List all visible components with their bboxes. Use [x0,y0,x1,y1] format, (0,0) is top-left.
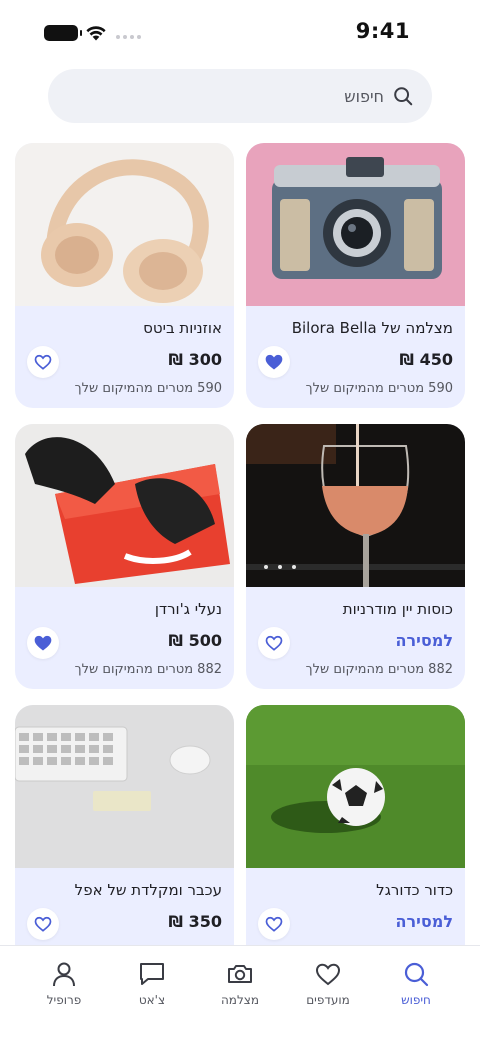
favorite-button[interactable] [27,627,59,659]
camera-icon [228,965,252,983]
favorite-button[interactable] [27,346,59,378]
tab-search[interactable]: חיפוש [376,946,456,1040]
status-time: 9:41 [355,19,410,43]
product-distance: 590 מטרים מהמיקום שלך [74,381,222,396]
product-image-camera [246,143,465,306]
product-image-headphones [15,143,234,306]
user-icon [53,962,75,987]
search-bar[interactable] [48,69,432,123]
signal-icon [116,35,141,39]
product-title: נעלי ג'ורדן [154,600,222,618]
product-image-football [246,705,465,868]
tab-label: פרופיל [46,993,82,1007]
tab-label: חיפוש [401,993,431,1007]
tab-profile[interactable]: פרופיל [24,946,104,1040]
product-price: 300 ₪ [168,350,222,369]
product-price: למסירה [395,631,453,650]
tab-label: מועדפים [306,993,350,1007]
heart-filled-icon [265,354,283,370]
favorite-button[interactable] [27,908,59,940]
heart-icon [315,963,341,986]
chat-icon [140,963,164,985]
tab-label: מצלמה [220,993,260,1007]
product-image-sneakers [15,424,234,587]
product-card[interactable]: אוזניות ביטס 300 ₪ 590 מטרים מהמיקום שלך [15,143,234,408]
product-grid: מצלמה של Bilora Bella 450 ₪ 590 מטרים מה… [0,143,480,945]
heart-outline-icon [34,916,52,932]
search-icon [404,962,429,987]
tab-chat[interactable]: צ'אט [112,946,192,1040]
heart-outline-icon [265,635,283,651]
app-screen: 9:41 חיפוש מצלמה של Bilora Bella 450 ₪ 5… [0,0,480,1040]
product-price: 500 ₪ [168,631,222,650]
product-title: עכבר ומקלדת של אפל [74,881,222,899]
tab-bar: חיפוש מועדפים מצלמה צ'אט פרופיל [0,945,480,1040]
product-price: 450 ₪ [399,350,453,369]
battery-icon [44,25,82,41]
search-icon [394,87,413,106]
status-bar: 9:41 [0,0,480,64]
favorite-button[interactable] [258,346,290,378]
product-image-keyboard-mouse [15,705,234,868]
product-price: 350 ₪ [168,912,222,931]
favorite-button[interactable] [258,908,290,940]
favorite-button[interactable] [258,627,290,659]
heart-filled-icon [34,635,52,651]
heart-outline-icon [265,916,283,932]
product-card[interactable]: כוסות יין מודרניות למסירה 882 מטרים מהמי… [246,424,465,689]
product-title: כדור כדורגל [376,881,453,899]
product-title: אוזניות ביטס [143,319,222,337]
heart-outline-icon [34,354,52,370]
tab-camera[interactable]: מצלמה [200,946,280,1040]
product-card[interactable]: כדור כדורגל למסירה [246,705,465,945]
product-title: מצלמה של Bilora Bella [291,319,453,337]
search-input[interactable] [66,76,384,116]
tab-label: צ'אט [138,993,166,1007]
product-card[interactable]: מצלמה של Bilora Bella 450 ₪ 590 מטרים מה… [246,143,465,408]
product-distance: 882 מטרים מהמיקום שלך [74,662,222,677]
product-card[interactable]: נעלי ג'ורדן 500 ₪ 882 מטרים מהמיקום שלך [15,424,234,689]
product-card[interactable]: עכבר ומקלדת של אפל 350 ₪ [15,705,234,945]
product-title: כוסות יין מודרניות [342,600,453,618]
wifi-icon [86,26,106,41]
tab-favorites[interactable]: מועדפים [288,946,368,1040]
product-price: למסירה [395,912,453,931]
product-image-wine-glass [246,424,465,587]
product-distance: 882 מטרים מהמיקום שלך [305,662,453,677]
product-distance: 590 מטרים מהמיקום שלך [305,381,453,396]
